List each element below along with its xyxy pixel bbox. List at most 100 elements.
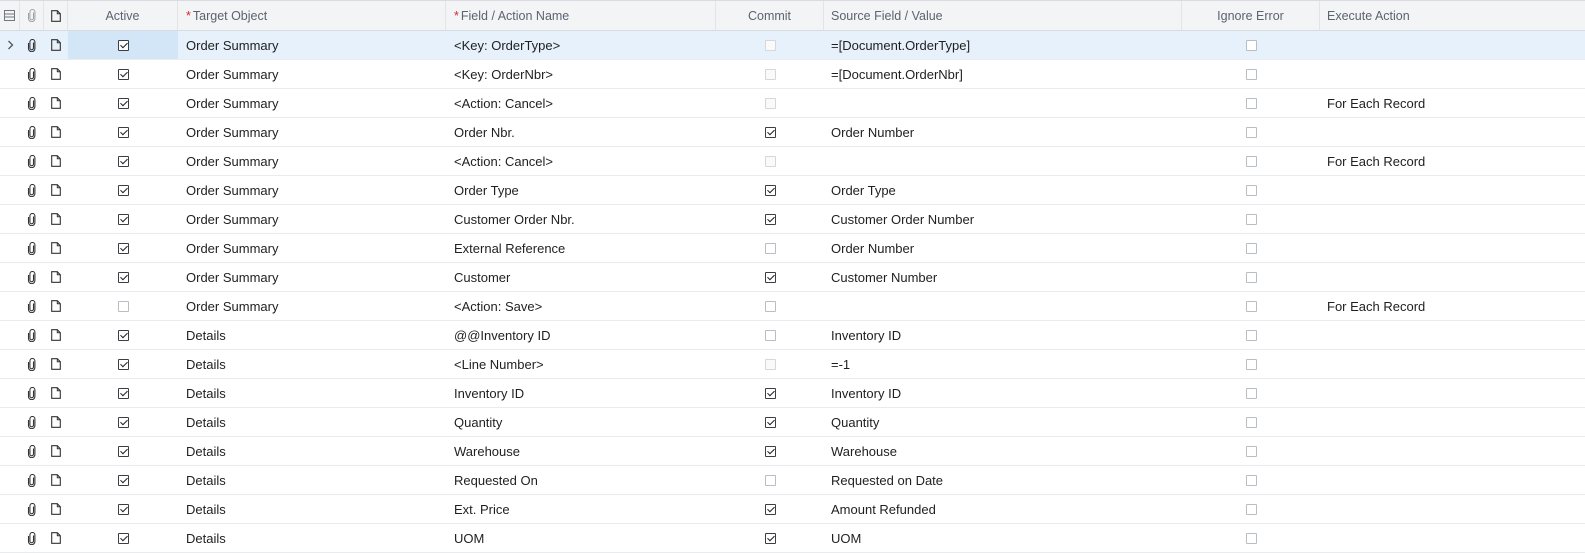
col-active-header[interactable]: Active: [68, 1, 178, 30]
row-selector[interactable]: [0, 379, 20, 407]
active-checkbox[interactable]: [117, 126, 129, 138]
ignore-error-cell[interactable]: [1182, 118, 1320, 146]
table-row[interactable]: Details @@Inventory ID Inventory ID: [0, 321, 1585, 350]
row-selector[interactable]: [0, 524, 20, 552]
table-row[interactable]: Order Summary Customer Order Nbr. Customer…: [0, 205, 1585, 234]
target-object-cell[interactable]: Order Summary: [178, 205, 446, 233]
execute-action-cell[interactable]: [1320, 176, 1585, 204]
row-selector[interactable]: [0, 118, 20, 146]
active-cell[interactable]: [68, 408, 178, 436]
attachment-header-icon[interactable]: [20, 1, 44, 30]
commit-cell[interactable]: [716, 205, 824, 233]
ignore-error-cell[interactable]: [1182, 466, 1320, 494]
commit-checkbox[interactable]: [764, 271, 776, 283]
field-action-cell[interactable]: Customer Order Nbr.: [446, 205, 716, 233]
row-selector[interactable]: [0, 147, 20, 175]
active-cell[interactable]: [68, 437, 178, 465]
commit-cell[interactable]: [716, 176, 824, 204]
field-action-cell[interactable]: Quantity: [446, 408, 716, 436]
active-cell[interactable]: [68, 292, 178, 320]
active-checkbox[interactable]: [117, 329, 129, 341]
paperclip-icon[interactable]: [20, 60, 44, 88]
commit-checkbox[interactable]: [764, 445, 776, 457]
ignore-error-checkbox[interactable]: [1245, 532, 1257, 544]
paperclip-icon[interactable]: [20, 350, 44, 378]
paperclip-icon[interactable]: [20, 437, 44, 465]
commit-checkbox[interactable]: [764, 242, 776, 254]
table-row[interactable]: Details Warehouse Warehouse: [0, 437, 1585, 466]
field-action-cell[interactable]: Ext. Price: [446, 495, 716, 523]
execute-action-cell[interactable]: [1320, 466, 1585, 494]
table-row[interactable]: Details Requested On Requested on Date: [0, 466, 1585, 495]
target-object-cell[interactable]: Order Summary: [178, 31, 446, 59]
ignore-error-checkbox[interactable]: [1245, 213, 1257, 225]
table-row[interactable]: Order Summary Order Type Order Type: [0, 176, 1585, 205]
active-checkbox[interactable]: [117, 532, 129, 544]
field-action-cell[interactable]: Order Type: [446, 176, 716, 204]
execute-action-cell[interactable]: [1320, 524, 1585, 552]
execute-action-cell[interactable]: [1320, 205, 1585, 233]
source-value-cell[interactable]: Amount Refunded: [824, 495, 1182, 523]
target-object-cell[interactable]: Order Summary: [178, 147, 446, 175]
col-ignore-error-header[interactable]: Ignore Error: [1182, 1, 1320, 30]
active-checkbox[interactable]: [117, 68, 129, 80]
field-action-cell[interactable]: Order Nbr.: [446, 118, 716, 146]
commit-cell[interactable]: [716, 495, 824, 523]
row-selector[interactable]: [0, 292, 20, 320]
source-value-cell[interactable]: [824, 89, 1182, 117]
commit-checkbox[interactable]: [764, 532, 776, 544]
note-icon[interactable]: [44, 466, 68, 494]
ignore-error-checkbox[interactable]: [1245, 387, 1257, 399]
col-field-action-header[interactable]: * Field / Action Name: [446, 1, 716, 30]
active-checkbox[interactable]: [117, 97, 129, 109]
active-checkbox[interactable]: [117, 39, 129, 51]
commit-cell[interactable]: [716, 147, 824, 175]
note-icon[interactable]: [44, 89, 68, 117]
active-cell[interactable]: [68, 205, 178, 233]
row-selector[interactable]: [0, 495, 20, 523]
commit-checkbox[interactable]: [764, 184, 776, 196]
paperclip-icon[interactable]: [20, 263, 44, 291]
execute-action-cell[interactable]: [1320, 321, 1585, 349]
field-action-cell[interactable]: UOM: [446, 524, 716, 552]
commit-checkbox[interactable]: [764, 329, 776, 341]
source-value-cell[interactable]: Customer Number: [824, 263, 1182, 291]
field-action-cell[interactable]: <Line Number>: [446, 350, 716, 378]
table-row[interactable]: Order Summary <Action: Cancel> For Each Re…: [0, 89, 1585, 118]
ignore-error-checkbox[interactable]: [1245, 271, 1257, 283]
table-row[interactable]: Details Ext. Price Amount Refunded: [0, 495, 1585, 524]
table-row[interactable]: Order Summary <Action: Save> For Each Reco…: [0, 292, 1585, 321]
target-object-cell[interactable]: Order Summary: [178, 292, 446, 320]
source-value-cell[interactable]: [824, 292, 1182, 320]
active-cell[interactable]: [68, 524, 178, 552]
row-selector[interactable]: [0, 176, 20, 204]
note-header-icon[interactable]: [44, 1, 68, 30]
commit-cell[interactable]: [716, 89, 824, 117]
ignore-error-cell[interactable]: [1182, 292, 1320, 320]
ignore-error-cell[interactable]: [1182, 524, 1320, 552]
target-object-cell[interactable]: Order Summary: [178, 60, 446, 88]
active-cell[interactable]: [68, 263, 178, 291]
source-value-cell[interactable]: Requested on Date: [824, 466, 1182, 494]
active-cell[interactable]: [68, 31, 178, 59]
row-selector[interactable]: [0, 466, 20, 494]
row-selector[interactable]: [0, 408, 20, 436]
note-icon[interactable]: [44, 437, 68, 465]
active-checkbox[interactable]: [117, 300, 129, 312]
commit-cell[interactable]: [716, 263, 824, 291]
ignore-error-checkbox[interactable]: [1245, 39, 1257, 51]
ignore-error-checkbox[interactable]: [1245, 445, 1257, 457]
target-object-cell[interactable]: Order Summary: [178, 234, 446, 262]
note-icon[interactable]: [44, 205, 68, 233]
active-checkbox[interactable]: [117, 242, 129, 254]
col-target-object-header[interactable]: * Target Object: [178, 1, 446, 30]
execute-action-cell[interactable]: [1320, 60, 1585, 88]
execute-action-cell[interactable]: [1320, 379, 1585, 407]
commit-cell[interactable]: [716, 437, 824, 465]
active-checkbox[interactable]: [117, 416, 129, 428]
active-cell[interactable]: [68, 321, 178, 349]
paperclip-icon[interactable]: [20, 118, 44, 146]
commit-cell[interactable]: [716, 379, 824, 407]
paperclip-icon[interactable]: [20, 321, 44, 349]
target-object-cell[interactable]: Order Summary: [178, 118, 446, 146]
